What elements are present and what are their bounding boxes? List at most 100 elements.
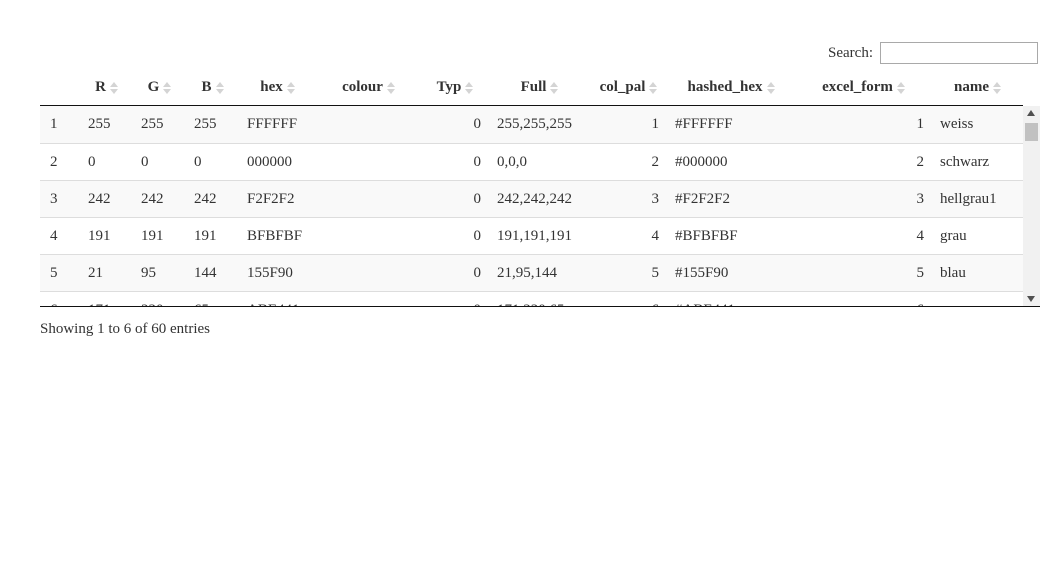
cell-index: 6 [40,302,80,307]
scroll-up-arrow-icon[interactable] [1027,110,1035,116]
cell-hex: F2F2F2 [247,190,295,207]
cell-excel-form: 6 [795,302,932,307]
cell-hashed-hex: #FFFFFF [675,116,733,132]
table-row[interactable]: 3 242 242 242 F2F2F2 0 242,242,242 3 #F2F2F2 3 hel… [40,180,1023,217]
cell-r: 242 [88,190,111,207]
cell-r: 255 [88,116,111,132]
column-header-col-pal[interactable]: col_pal [590,70,667,105]
sort-icon[interactable] [993,81,1001,94]
sort-asc-icon [465,81,474,87]
sort-asc-icon [109,81,118,87]
cell-full: 255,255,255 [497,116,572,132]
cell-full: 242,242,242 [497,190,572,207]
sort-icon[interactable] [766,81,775,94]
search-input[interactable] [880,42,1038,64]
cell-full: 0,0,0 [497,153,527,170]
column-header-label: hex [260,79,283,95]
cell-r: 191 [88,227,111,244]
sort-icon[interactable] [163,81,172,94]
cell-col-pal: 4 [651,227,660,244]
cell-col-pal: 1 [651,116,660,132]
sort-desc-icon [163,88,172,94]
sort-asc-icon [896,81,905,87]
table-row[interactable]: 4 191 191 191 BFBFBF 0 191,191,191 4 #BFBFBF 4 gra… [40,217,1023,254]
column-header-r[interactable]: R [80,70,133,105]
cell-typ: 0 [473,227,482,244]
cell-index: 4 [50,227,58,244]
scroll-thumb[interactable] [1025,123,1038,141]
sort-icon[interactable] [286,81,295,94]
cell-b: 144 [194,264,217,281]
vertical-scrollbar[interactable] [1023,106,1040,306]
table-info: Showing 1 to 6 of 60 entries [40,321,210,337]
table-row[interactable]: 1 255 255 255 FFFFFF 0 255,255,255 1 #FFFFFF 1 wei… [40,106,1023,143]
cell-name: gruen [932,302,1023,307]
cell-excel-form: 5 [916,264,925,281]
sort-icon[interactable] [386,81,395,94]
cell-full: 191,191,191 [497,227,572,244]
table-row[interactable]: 617122065ABE4410171,220,656#ABE4416gruen [40,291,1023,307]
column-header-label: R [95,79,106,95]
sort-icon[interactable] [215,81,224,94]
cell-r: 171 [80,302,133,307]
search-bar: Search: [828,42,1038,64]
sort-icon[interactable] [109,81,118,94]
sort-desc-icon [386,88,395,94]
sort-asc-icon [286,81,295,87]
table-header: R G Bhex colour Typ Full col_pal hashed_hex exce… [40,70,1023,106]
cell-full: 171,220,65 [489,302,590,307]
column-header-typ[interactable]: Typ [421,70,489,105]
sort-desc-icon [109,88,118,94]
column-header-name[interactable]: name [932,70,1023,105]
column-header-full[interactable]: Full [489,70,590,105]
cell-col-pal: 6 [590,302,667,307]
cell-col-pal: 3 [651,190,660,207]
column-header-hashed-hex[interactable]: hashed_hex [667,70,795,105]
cell-g: 242 [141,190,164,207]
cell-typ: 0 [473,153,482,170]
cell-hex: ABE441 [239,302,316,307]
column-header-colour[interactable]: colour [316,70,421,105]
table-row[interactable]: 2 0 0 0 000000 0 0,0,0 2 #000000 2 schwarz [40,143,1023,180]
column-header-g[interactable]: G [133,70,186,105]
table-row[interactable]: 5 21 95 144 155F90 0 21,95,144 5 #155F90 5 blau [40,254,1023,291]
sort-desc-icon [766,88,775,94]
cell-typ: 0 [421,302,489,307]
column-header-hex[interactable]: hex [239,70,316,105]
cell-excel-form: 2 [916,153,925,170]
column-header-label: col_pal [599,79,646,95]
cell-g: 220 [133,302,186,307]
column-header-label: Typ [436,79,462,95]
sort-asc-icon [993,81,1001,87]
cell-b: 191 [194,227,217,244]
sort-asc-icon [215,81,224,87]
column-header-label: Full [520,79,547,95]
cell-hashed-hex: #BFBFBF [675,227,738,244]
cell-g: 0 [141,153,149,170]
sort-icon[interactable] [896,81,905,94]
cell-name: schwarz [940,153,990,170]
cell-r: 0 [88,153,96,170]
cell-hex: 000000 [247,153,292,170]
cell-hex: 155F90 [247,264,293,281]
data-table: R G Bhex colour Typ Full col_pal hashed_hex exce… [40,70,1040,307]
sort-desc-icon [993,88,1001,94]
sort-asc-icon [550,81,559,87]
sort-icon[interactable] [550,81,559,94]
cell-index: 3 [50,190,58,207]
sort-desc-icon [649,88,658,94]
sort-desc-icon [550,88,559,94]
cell-b: 0 [194,153,202,170]
cell-b: 255 [194,116,217,132]
scroll-down-arrow-icon[interactable] [1027,296,1035,302]
cell-col-pal: 2 [651,153,660,170]
table-body-viewport[interactable]: 1 255 255 255 FFFFFF 0 255,255,255 1 #FFFFFF 1 wei… [40,106,1040,307]
cell-hex: FFFFFF [247,116,298,132]
column-header-label: name [954,79,989,95]
sort-icon[interactable] [649,81,658,94]
table-body: 1 255 255 255 FFFFFF 0 255,255,255 1 #FFFFFF 1 wei… [40,106,1023,307]
cell-index: 5 [50,264,58,281]
sort-icon[interactable] [465,81,474,94]
column-header-b[interactable]: B [186,70,239,105]
column-header-excel-form[interactable]: excel_form [795,70,932,105]
